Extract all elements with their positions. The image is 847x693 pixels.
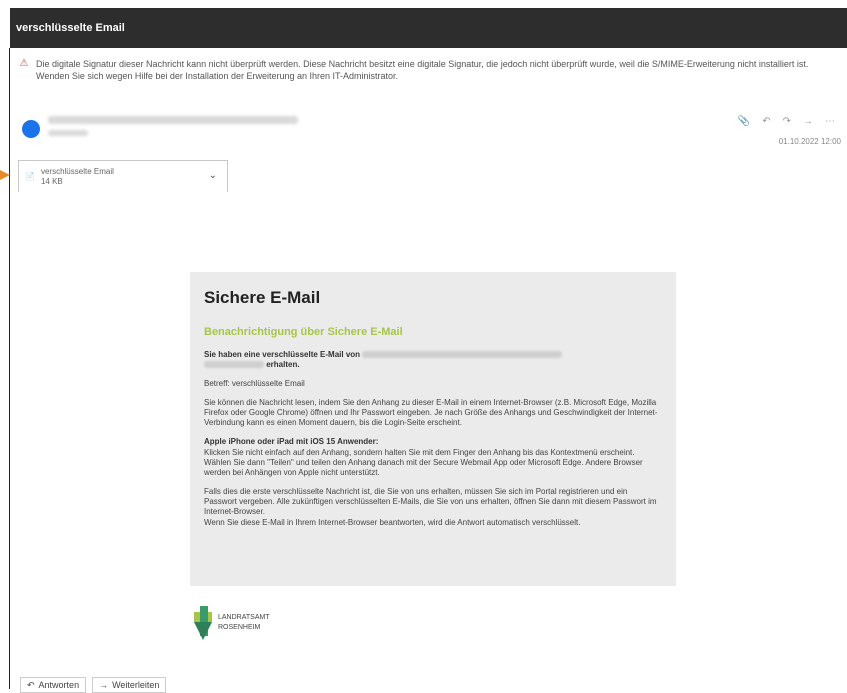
message-date: 01.10.2022 12:00 xyxy=(778,137,841,146)
logo-mark xyxy=(194,606,212,640)
mail-instructions: Sie können die Nachricht lesen, indem Si… xyxy=(204,398,658,427)
attachment-name: verschlüsselte Email xyxy=(40,166,114,176)
attachment-card[interactable]: 📄 verschlüsselte Email 14 KB ⌄ xyxy=(18,160,228,192)
sender-info xyxy=(22,116,298,138)
more-icon[interactable]: ⋯ xyxy=(825,116,835,127)
reply-note: Wenn Sie diese E-Mail in Ihrem Internet-… xyxy=(204,518,581,527)
document-icon: 📄 xyxy=(25,172,35,181)
secure-mail-body: Sichere E-Mail Benachrichtigung über Sic… xyxy=(190,272,676,586)
mail-subtitle: Benachrichtigung über Sichere E-Mail xyxy=(204,326,403,338)
sender-address-redacted-2 xyxy=(204,361,264,369)
first-time-text: Falls dies die erste verschlüsselte Nach… xyxy=(204,487,657,516)
warning-icon: ⚠ xyxy=(19,58,29,69)
window-titlebar: verschlüsselte Email xyxy=(10,8,847,48)
reply-all-icon[interactable]: ↷ xyxy=(783,116,791,127)
forward-icon[interactable]: → xyxy=(803,116,813,127)
attachment-size: 14 KB xyxy=(40,176,63,186)
apple-heading: Apple iPhone oder iPad mit iOS 15 Anwend… xyxy=(204,437,379,446)
forward-button[interactable]: → Weiterleiten xyxy=(92,677,167,693)
received-prefix: Sie haben eine verschlüsselte E-Mail von xyxy=(204,350,361,359)
mail-title: Sichere E-Mail xyxy=(204,288,321,307)
reply-icon[interactable]: ↶ xyxy=(762,116,770,127)
window-title: verschlüsselte Email xyxy=(16,22,125,34)
left-border xyxy=(9,48,10,689)
reply-button[interactable]: ↶ Antworten xyxy=(20,677,87,693)
received-line: Sie haben eine verschlüsselte E-Mail von… xyxy=(204,350,662,370)
logo-line1: LANDRATSAMT xyxy=(218,614,270,621)
attachment-clip-icon[interactable]: 📎 xyxy=(738,116,750,127)
logo-line2: ROSENHEIM xyxy=(218,624,261,631)
message-actions: 📎 ↶ ↷ → ⋯ xyxy=(738,116,835,127)
chevron-down-icon[interactable]: ⌄ xyxy=(209,170,217,181)
warning-text: Die digitale Signatur dieser Nachricht k… xyxy=(36,59,809,81)
apple-text: Klicken Sie nicht einfach auf den Anhang… xyxy=(204,448,643,477)
signature-warning: ⚠ Die digitale Signatur dieser Nachricht… xyxy=(18,58,838,82)
avatar[interactable] xyxy=(22,120,40,138)
received-suffix: erhalten. xyxy=(266,360,300,369)
sender-detail-redacted xyxy=(48,130,88,136)
sender-name-redacted xyxy=(48,116,298,124)
landratsamt-logo: LANDRATSAMT ROSENHEIM xyxy=(194,606,270,640)
mail-subject: Betreff: verschlüsselte Email xyxy=(204,379,305,388)
sender-address-redacted xyxy=(362,351,563,359)
orange-arrow-marker xyxy=(0,170,10,180)
footer-actions: ↶ Antworten → Weiterleiten xyxy=(20,677,167,693)
